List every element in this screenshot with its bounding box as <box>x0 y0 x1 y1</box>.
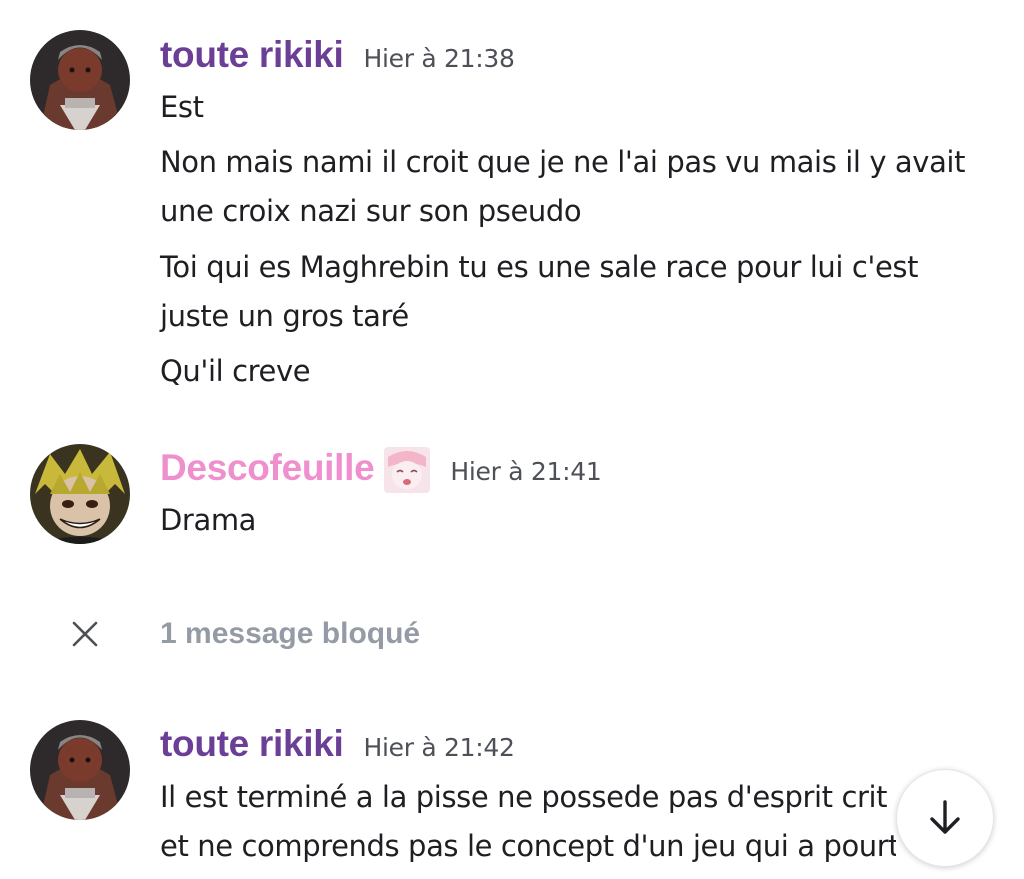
message-text: Non mais nami il croit que je ne l'ai pa… <box>160 145 974 228</box>
blocked-message-label[interactable]: 1 message bloqué <box>160 617 420 651</box>
username[interactable]: Descofeuille <box>160 447 375 489</box>
message-text: et ne comprends pas le concept d'un jeu … <box>160 829 896 863</box>
username[interactable]: toute rikiki <box>160 34 344 76</box>
avatar-image <box>30 444 130 544</box>
avatar-image <box>30 30 130 130</box>
message-text: Drama <box>160 503 257 537</box>
role-icon[interactable] <box>384 447 431 493</box>
avatar-descofeuille[interactable] <box>30 444 130 544</box>
message-header: toute rikiki Hier à 21:38 <box>160 34 515 76</box>
message-text: Est <box>160 90 204 124</box>
avatar-toute-rikiki[interactable] <box>30 30 130 130</box>
blocked-message-row[interactable]: 1 message bloqué <box>70 606 420 662</box>
close-icon[interactable] <box>70 619 100 649</box>
timestamp: Hier à 21:42 <box>363 733 515 762</box>
message-header: Descofeuille Hier à 21:41 <box>160 447 602 493</box>
message-text: Qu'il creve <box>160 354 311 388</box>
username[interactable]: toute rikiki <box>160 723 344 765</box>
timestamp: Hier à 21:41 <box>450 457 602 486</box>
message-text: Toi qui es Maghrebin tu es une sale race… <box>160 250 927 333</box>
chat-message-list: toute rikiki Hier à 21:38 Est Non mais n… <box>0 0 1024 879</box>
avatar-toute-rikiki[interactable] <box>30 720 130 820</box>
message-text: Il est terminé a la pisse ne possede pas… <box>160 780 888 814</box>
scroll-to-bottom-button[interactable] <box>896 769 994 867</box>
avatar-image <box>30 720 130 820</box>
arrow-down-icon <box>930 800 960 834</box>
message-header: toute rikiki Hier à 21:42 <box>160 723 515 765</box>
timestamp: Hier à 21:38 <box>363 44 515 73</box>
